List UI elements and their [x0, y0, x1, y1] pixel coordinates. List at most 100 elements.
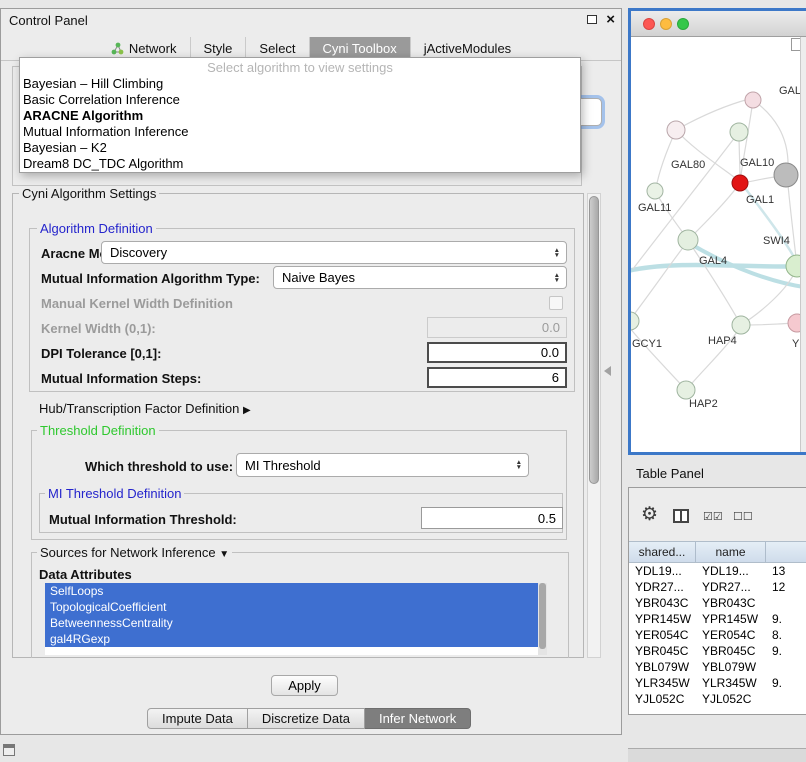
table-panel-window: ⚙ ☑☑ ☐☐ shared...name YDL19...YDL19...13… — [628, 487, 806, 715]
table-cell — [766, 595, 806, 611]
deselect-columns-icon[interactable]: ☐☐ — [733, 510, 753, 523]
table-row[interactable]: YBR043CYBR043C — [629, 595, 806, 611]
network-node[interactable] — [631, 312, 639, 330]
node-label-gal11: GAL11 — [638, 202, 671, 214]
tab-label: Network — [129, 41, 177, 56]
network-node[interactable] — [732, 316, 750, 334]
select-all-columns-icon[interactable]: ☑☑ — [703, 510, 723, 523]
table-row[interactable]: YBR045CYBR045C9. — [629, 643, 806, 659]
dpi-tolerance-field[interactable]: 0.0 — [427, 342, 567, 363]
attribute-item-selfloops[interactable]: SelfLoops — [45, 583, 538, 599]
table-cell: YJL052C — [696, 691, 766, 707]
network-node[interactable] — [730, 123, 748, 141]
which-threshold-select[interactable]: MI Threshold ▲▼ — [236, 453, 529, 477]
bottom-tab-discretize-data[interactable]: Discretize Data — [248, 708, 365, 729]
mi-type-select[interactable]: Naive Bayes ▲▼ — [273, 266, 567, 289]
node-label-hap4: HAP4 — [708, 335, 737, 347]
table-cell: YER054C — [629, 627, 696, 643]
mi-threshold-field[interactable]: 0.5 — [421, 507, 563, 529]
float-window-icon[interactable] — [587, 15, 597, 24]
control-panel-titlebar: Control Panel × — [1, 9, 621, 31]
column-header-2[interactable] — [766, 542, 806, 562]
network-node[interactable] — [774, 163, 798, 187]
kernel-width-value: 0.0 — [542, 320, 560, 335]
node-label-gal: GAL — [779, 85, 801, 97]
mi-type-value: Naive Bayes — [282, 270, 355, 285]
restore-panel-icon[interactable] — [3, 744, 15, 756]
dpi-tolerance-value: 0.0 — [541, 345, 559, 360]
minimize-traffic-light-icon[interactable] — [660, 18, 672, 30]
algorithm-option-basic-correlation-inference[interactable]: Basic Correlation Inference — [20, 92, 580, 108]
network-node[interactable] — [647, 183, 663, 199]
list-scrollbar-thumb[interactable] — [539, 583, 546, 649]
network-node[interactable] — [745, 92, 761, 108]
node-label-hap2: HAP2 — [689, 398, 718, 410]
apply-button[interactable]: Apply — [271, 675, 338, 696]
table-panel-title: Table Panel — [636, 466, 704, 481]
table-cell: YJL052C — [629, 691, 696, 707]
node-label-gal80: GAL80 — [671, 159, 705, 171]
gear-icon[interactable]: ⚙ — [641, 503, 658, 526]
zoom-traffic-light-icon[interactable] — [677, 18, 689, 30]
settings-scrollbar[interactable] — [587, 193, 601, 658]
network-edge[interactable] — [631, 245, 685, 321]
bottom-tab-impute-data[interactable]: Impute Data — [147, 708, 248, 729]
sources-group-toggle[interactable]: Sources for Network Inference ▼ — [37, 545, 232, 560]
attribute-item-topologicalcoefficient[interactable]: TopologicalCoefficient — [45, 599, 538, 615]
attribute-item-betweennesscentrality[interactable]: BetweennessCentrality — [45, 615, 538, 631]
network-node[interactable] — [677, 381, 695, 399]
algorithm-option-dream8-dc-tdc-algorithm[interactable]: Dream8 DC_TDC Algorithm — [20, 156, 580, 172]
table-row[interactable]: YDL19...YDL19...13 — [629, 563, 806, 579]
network-node[interactable] — [667, 121, 685, 139]
network-edge[interactable] — [688, 187, 737, 240]
table-row[interactable]: YJL052CYJL052C — [629, 691, 806, 707]
table-row[interactable]: YLR345WYLR345W9. — [629, 675, 806, 691]
network-scrollbar[interactable] — [800, 37, 806, 452]
table-cell: 9. — [766, 611, 806, 627]
mi-type-label: Mutual Information Algorithm Type: — [41, 271, 260, 286]
scrollbar-thumb[interactable] — [589, 196, 599, 484]
algorithm-dropdown-list: Bayesian – Hill ClimbingBasic Correlatio… — [20, 76, 580, 172]
network-edge[interactable] — [631, 327, 686, 390]
algorithm-option-bayesian-hill-climbing[interactable]: Bayesian – Hill Climbing — [20, 76, 580, 92]
kernel-width-label: Kernel Width (0,1): — [41, 321, 156, 336]
aracne-mode-select[interactable]: Discovery ▲▼ — [101, 241, 567, 264]
kernel-width-field[interactable]: 0.0 — [427, 317, 567, 338]
table-row[interactable]: YBL079WYBL079W — [629, 659, 806, 675]
control-panel-window: Control Panel × NetworkStyleSelectCyni T… — [0, 8, 622, 735]
list-scrollbar[interactable] — [538, 583, 547, 655]
bottom-tab-infer-network[interactable]: Infer Network — [365, 708, 471, 729]
control-panel-title: Control Panel — [9, 13, 88, 28]
table-cell: YBR043C — [629, 595, 696, 611]
desktop: Control Panel × NetworkStyleSelectCyni T… — [0, 0, 806, 762]
table-row[interactable]: YDR27...YDR27...12 — [629, 579, 806, 595]
network-node[interactable] — [732, 175, 748, 191]
column-header-shared[interactable]: shared... — [629, 542, 696, 562]
table-cell: YBL079W — [696, 659, 766, 675]
algorithm-option-bayesian-k2[interactable]: Bayesian – K2 — [20, 140, 580, 156]
close-icon[interactable]: × — [606, 11, 615, 28]
network-window-titlebar[interactable] — [631, 11, 806, 37]
which-threshold-label: Which threshold to use: — [85, 459, 233, 474]
manual-kernel-checkbox[interactable] — [549, 296, 563, 310]
table-cell: 13 — [766, 563, 806, 579]
panel-splitter-handle[interactable] — [604, 366, 611, 376]
network-canvas[interactable]: GALGAL80GAL10GAL11GAL1SWI4GAL4GCY1HAP4YH… — [631, 37, 806, 452]
network-edge[interactable] — [676, 130, 738, 180]
table-row[interactable]: YPR145WYPR145W9. — [629, 611, 806, 627]
algorithm-option-aracne-algorithm[interactable]: ARACNE Algorithm — [20, 108, 580, 124]
column-header-name[interactable]: name — [696, 542, 766, 562]
close-traffic-light-icon[interactable] — [643, 18, 655, 30]
tab-label: Style — [204, 41, 233, 56]
sources-group-title: Sources for Network Inference — [40, 545, 216, 560]
algorithm-option-mutual-information-inference[interactable]: Mutual Information Inference — [20, 124, 580, 140]
table-row[interactable]: YER054CYER054C8. — [629, 627, 806, 643]
mi-steps-field[interactable]: 6 — [427, 367, 567, 388]
hub-definition-toggle[interactable]: Hub/Transcription Factor Definition ▶ — [39, 401, 251, 416]
mi-threshold-value: 0.5 — [538, 511, 556, 526]
columns-icon[interactable] — [673, 509, 689, 523]
node-label-y: Y — [792, 338, 800, 350]
attribute-item-gal4rgexp[interactable]: gal4RGexp — [45, 631, 538, 647]
network-node[interactable] — [678, 230, 698, 250]
table-cell: YER054C — [696, 627, 766, 643]
